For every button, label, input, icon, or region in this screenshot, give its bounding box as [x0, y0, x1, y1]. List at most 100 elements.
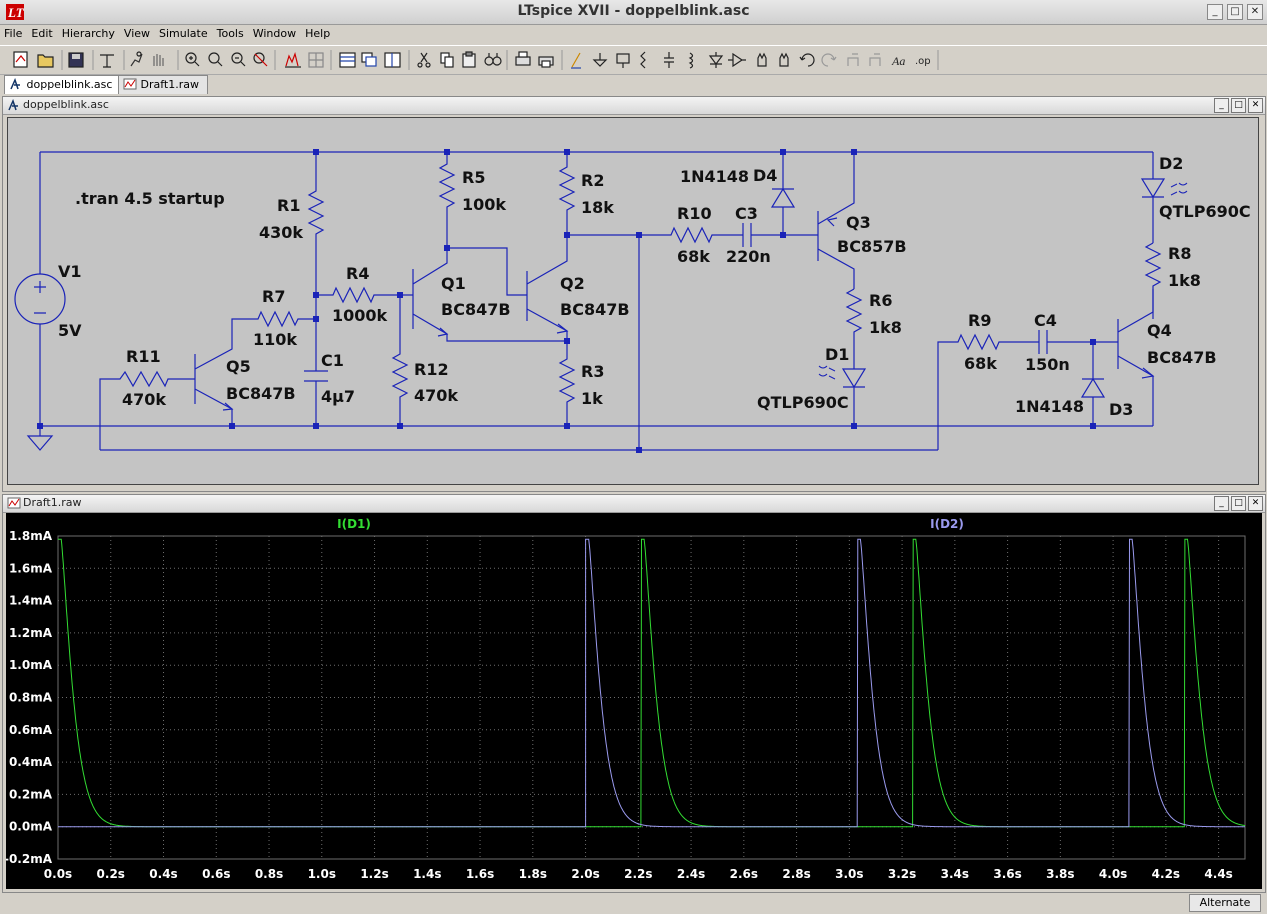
d1-value[interactable]: QTLP690C [757, 393, 849, 412]
tile-horizontal-icon[interactable] [339, 52, 356, 68]
menu-tools[interactable]: Tools [213, 25, 249, 40]
q1-value[interactable]: BC847B [441, 300, 511, 319]
v1-value[interactable]: 5V [58, 321, 82, 340]
zoom-in-icon[interactable] [185, 52, 200, 67]
tab-doppelblink[interactable]: doppelblink.asc [4, 75, 120, 94]
waveform-plot[interactable]: 1.8mA 1.6mA 1.4mA 1.2mA 1.0mA 0.8mA 0.6mA 0.4mA… [6, 513, 1262, 889]
resistor-icon[interactable] [640, 51, 646, 69]
r4-ref[interactable]: R4 [346, 264, 369, 283]
r11-value[interactable]: 470k [122, 390, 166, 409]
tile-vertical-icon[interactable] [384, 52, 401, 68]
menu-help[interactable]: Help [301, 25, 335, 40]
trace-label-i-d1[interactable]: I(D1) [337, 517, 371, 531]
zoom-cancel-icon[interactable] [253, 52, 268, 67]
text-icon[interactable]: Aa [891, 54, 905, 68]
schematic-minimize-button[interactable]: _ [1214, 98, 1229, 113]
r1-value[interactable]: 430k [259, 223, 303, 242]
waveform-minimize-button[interactable]: _ [1214, 496, 1229, 511]
c1-ref[interactable]: C1 [321, 351, 344, 370]
open-icon[interactable] [37, 54, 54, 68]
r9-value[interactable]: 68k [964, 354, 997, 373]
r3-ref[interactable]: R3 [581, 362, 604, 381]
d2-ref[interactable]: D2 [1159, 154, 1183, 173]
menu-simulate[interactable]: Simulate [155, 25, 213, 40]
drag-icon[interactable] [779, 52, 789, 67]
waveform-maximize-button[interactable]: □ [1231, 496, 1246, 511]
autorange-icon[interactable] [285, 51, 301, 68]
r1-ref[interactable]: R1 [277, 196, 300, 215]
ground-icon[interactable] [592, 53, 608, 67]
cut-icon[interactable] [417, 52, 431, 68]
minimize-button[interactable]: _ [1207, 4, 1223, 20]
d4-ref[interactable]: D4 [753, 166, 777, 185]
q5-ref[interactable]: Q5 [226, 357, 251, 376]
q2-value[interactable]: BC847B [560, 300, 630, 319]
grid-icon[interactable] [308, 52, 324, 68]
menu-edit[interactable]: Edit [27, 25, 57, 40]
r8-value[interactable]: 1k8 [1168, 271, 1201, 290]
r5-ref[interactable]: R5 [462, 168, 485, 187]
capacitor-icon[interactable] [664, 52, 674, 68]
r9-ref[interactable]: R9 [968, 311, 991, 330]
move-icon[interactable] [757, 52, 767, 67]
spice-directive-icon[interactable]: .op [915, 56, 931, 67]
c4-value[interactable]: 150n [1025, 355, 1070, 374]
menu-view[interactable]: View [120, 25, 155, 40]
q5-value[interactable]: BC847B [226, 384, 296, 403]
run-icon[interactable] [130, 51, 143, 67]
r5-value[interactable]: 100k [462, 195, 506, 214]
print-setup-icon[interactable] [515, 51, 531, 66]
r7-ref[interactable]: R7 [262, 287, 285, 306]
menu-window[interactable]: Window [249, 25, 301, 40]
r10-ref[interactable]: R10 [677, 204, 712, 223]
d1-ref[interactable]: D1 [825, 345, 849, 364]
zoom-pan-icon[interactable] [208, 52, 223, 67]
r6-ref[interactable]: R6 [869, 291, 892, 310]
menu-hierarchy[interactable]: Hierarchy [58, 25, 120, 40]
q3-ref[interactable]: Q3 [846, 213, 871, 232]
r12-ref[interactable]: R12 [414, 360, 449, 379]
redo-icon[interactable] [821, 53, 837, 67]
halt-icon[interactable] [153, 54, 164, 66]
q4-ref[interactable]: Q4 [1147, 321, 1172, 340]
schematic-close-button[interactable]: ✕ [1248, 98, 1263, 113]
r6-value[interactable]: 1k8 [869, 318, 902, 337]
paste-icon[interactable] [462, 51, 476, 68]
spice-directive[interactable]: .tran 4.5 startup [75, 189, 225, 208]
c1-value[interactable]: 4µ7 [321, 387, 355, 406]
c3-value[interactable]: 220n [726, 247, 771, 266]
q4-value[interactable]: BC847B [1147, 348, 1217, 367]
r12-value[interactable]: 470k [414, 386, 458, 405]
schematic-maximize-button[interactable]: □ [1231, 98, 1246, 113]
menu-file[interactable]: File [0, 25, 27, 40]
v1-ref[interactable]: V1 [58, 262, 82, 281]
control-panel-icon[interactable] [100, 54, 114, 68]
r10-value[interactable]: 68k [677, 247, 710, 266]
undo-icon[interactable] [799, 53, 815, 67]
trace-label-i-d2[interactable]: I(D2) [930, 517, 964, 531]
r7-value[interactable]: 110k [253, 330, 297, 349]
q1-ref[interactable]: Q1 [441, 274, 466, 293]
d3-ref[interactable]: D3 [1109, 400, 1133, 419]
print-icon[interactable] [538, 56, 554, 68]
save-icon[interactable] [68, 52, 84, 68]
component-icon[interactable] [728, 52, 746, 68]
c3-ref[interactable]: C3 [735, 204, 758, 223]
r2-ref[interactable]: R2 [581, 171, 604, 190]
zoom-out-icon[interactable] [231, 52, 246, 67]
inductor-icon[interactable] [688, 52, 694, 69]
cascade-icon[interactable] [361, 52, 377, 67]
draw-wire-icon[interactable] [571, 52, 581, 69]
diode-icon[interactable] [708, 52, 724, 68]
find-icon[interactable] [484, 53, 502, 66]
rotate-icon[interactable] [847, 53, 859, 66]
copy-icon[interactable] [440, 52, 454, 68]
d3-value[interactable]: 1N4148 [1015, 397, 1084, 416]
r8-ref[interactable]: R8 [1168, 244, 1191, 263]
mirror-icon[interactable] [869, 53, 881, 66]
d4-value[interactable]: 1N4148 [680, 167, 749, 186]
q3-value[interactable]: BC857B [837, 237, 907, 256]
close-button[interactable]: ✕ [1247, 4, 1263, 20]
r3-value[interactable]: 1k [581, 389, 603, 408]
r4-value[interactable]: 1000k [332, 306, 388, 325]
